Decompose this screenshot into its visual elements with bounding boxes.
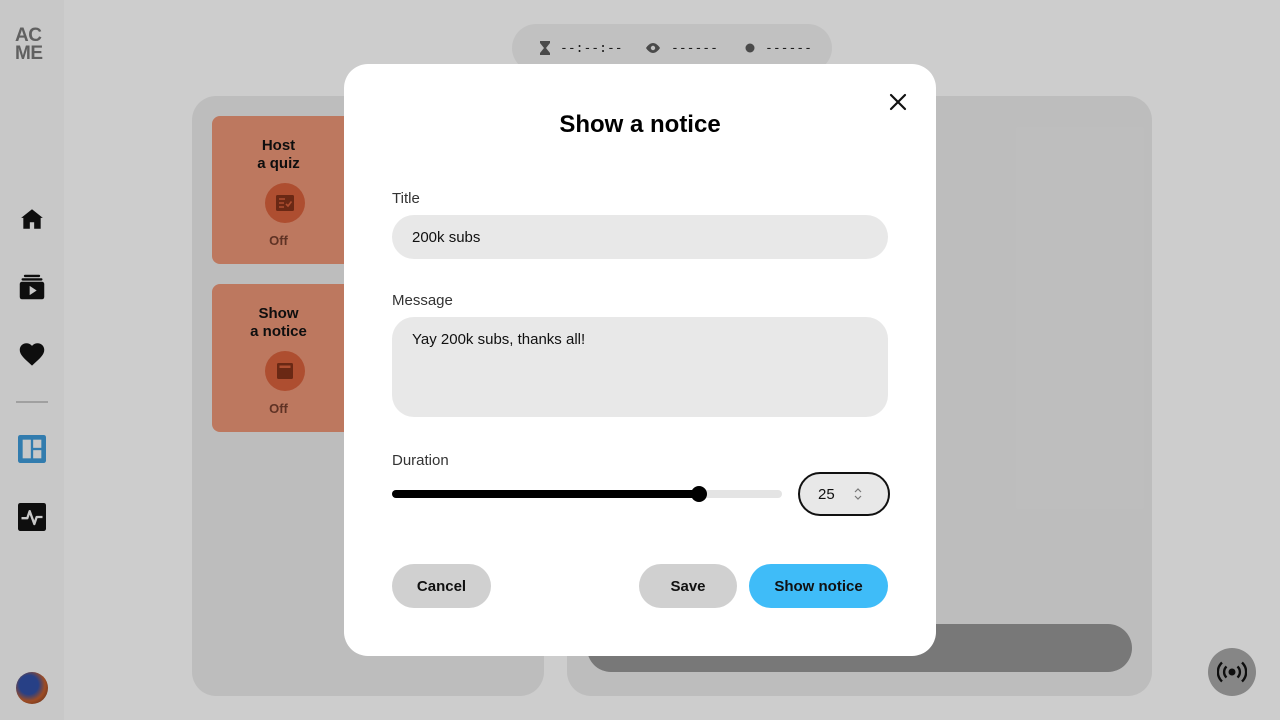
duration-stepper[interactable]: 25 — [798, 472, 890, 516]
duration-slider[interactable] — [392, 484, 782, 504]
save-button[interactable]: Save — [639, 564, 737, 608]
message-input[interactable]: Yay 200k subs, thanks all! — [392, 317, 888, 417]
title-input[interactable] — [392, 215, 888, 259]
duration-label: Duration — [392, 452, 449, 469]
slider-fill — [392, 490, 699, 498]
show-notice-button[interactable]: Show notice — [749, 564, 888, 608]
title-label: Title — [392, 190, 420, 207]
dialog-title: Show a notice — [559, 111, 721, 138]
show-notice-dialog: Show a notice Title Message Yay 200k sub… — [344, 64, 936, 656]
cancel-button[interactable]: Cancel — [392, 564, 491, 608]
close-icon — [889, 93, 907, 111]
message-label: Message — [392, 292, 453, 309]
slider-thumb[interactable] — [691, 486, 707, 502]
stepper-arrows-icon[interactable] — [852, 484, 864, 504]
duration-value: 25 — [818, 485, 835, 503]
